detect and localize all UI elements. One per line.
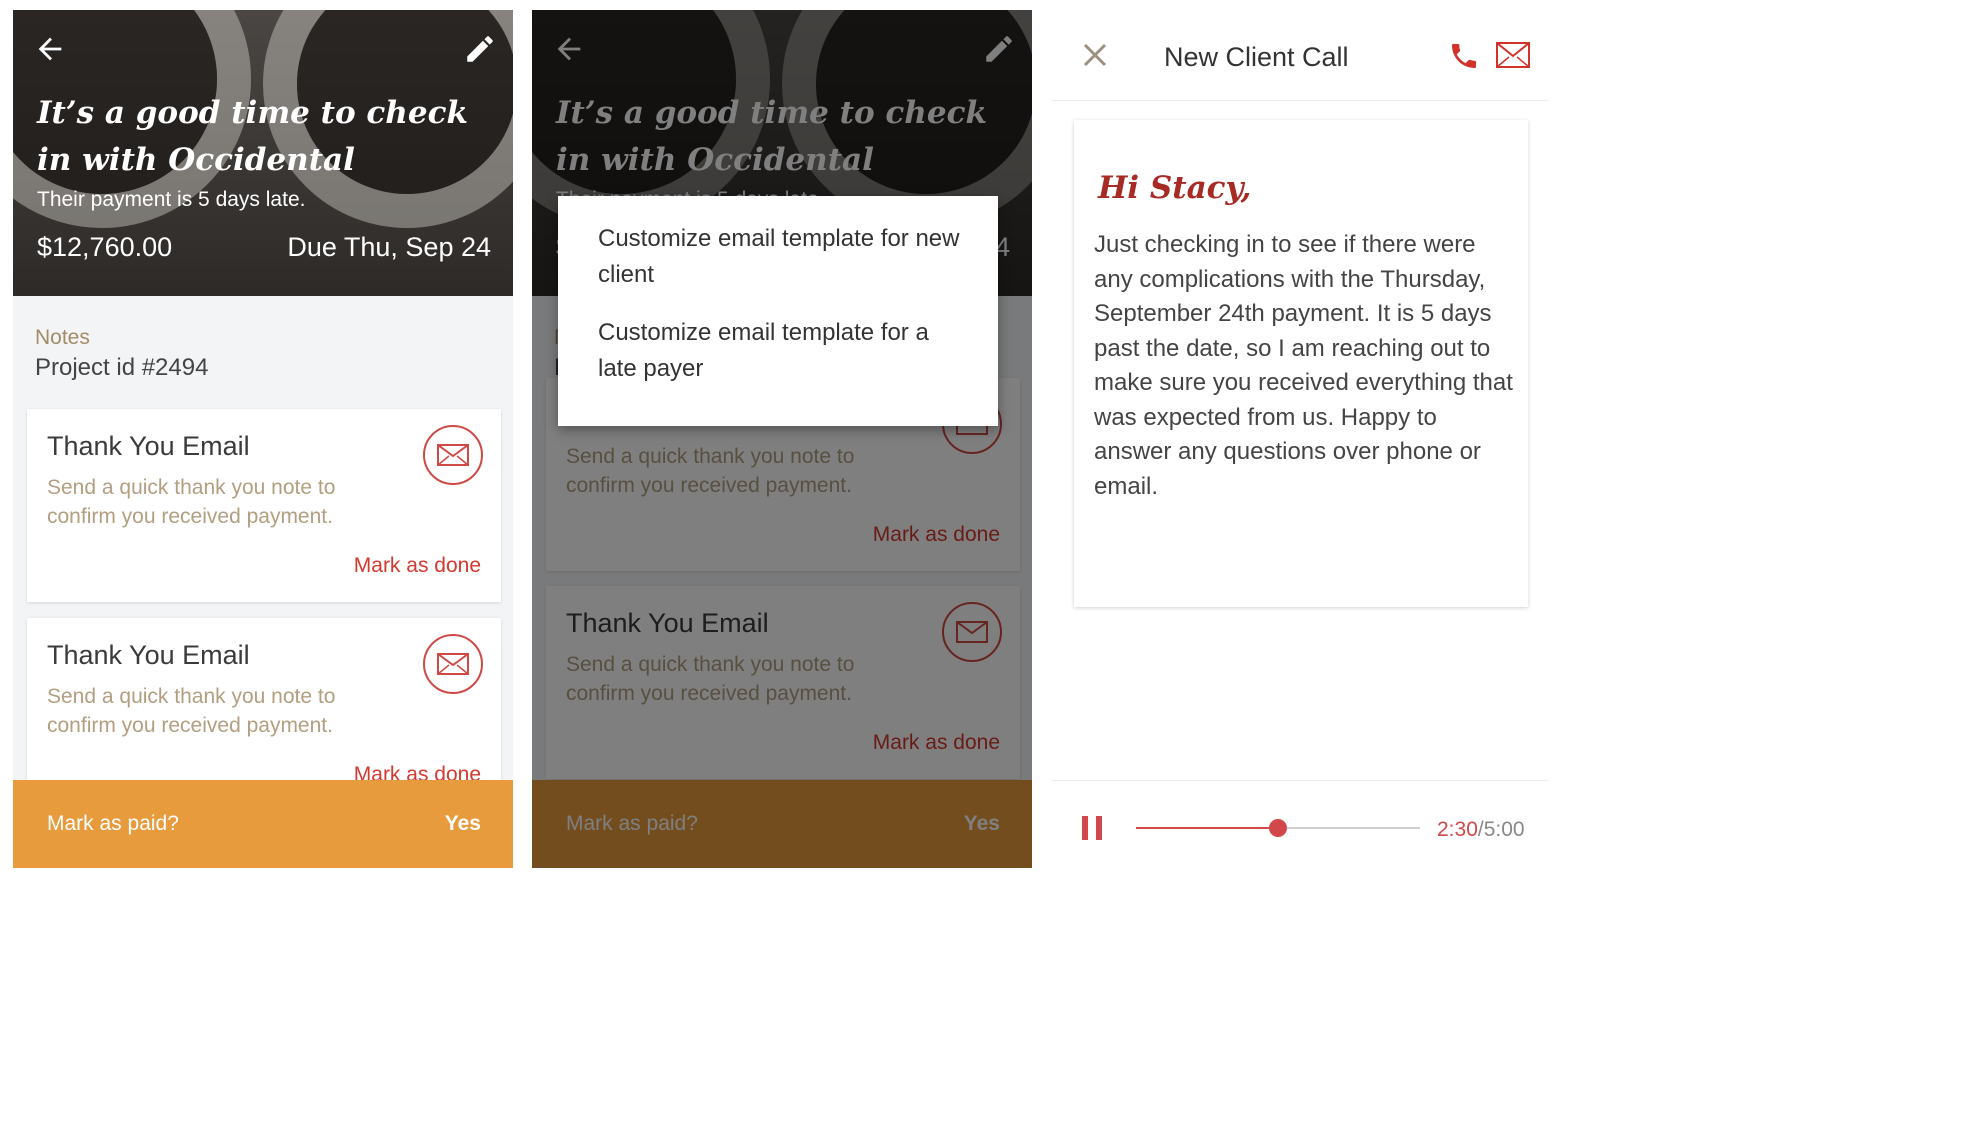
task-detail-screen: It’s a good time to check in with Occide… [13, 10, 513, 868]
card-description: Send a quick thank you note to confirm y… [47, 685, 336, 737]
call-title: New Client Call [1164, 42, 1349, 72]
close-icon[interactable] [1082, 42, 1108, 68]
slider-knob[interactable] [1269, 819, 1287, 837]
menu-item-late-payer-template[interactable]: Customize email template for a late paye… [598, 315, 968, 387]
card-title: Thank You Email [47, 640, 250, 670]
time-readout: 2:30/5:00 [1437, 818, 1525, 842]
card-title: Thank You Email [47, 431, 250, 461]
task-detail-menu-screen: It’s a good time to check in with Occide… [532, 10, 1032, 868]
call-screen: New Client Call Hi Stacy, Just checking … [1052, 10, 1549, 868]
call-header: New Client Call [1052, 10, 1549, 101]
envelope-icon[interactable] [423, 634, 483, 694]
mark-paid-bar: Mark as paid? Yes [13, 780, 513, 868]
total-time: /5:00 [1477, 818, 1525, 841]
template-menu: Customize email template for new client … [558, 196, 998, 426]
pause-icon[interactable] [1082, 816, 1104, 840]
elapsed-time: 2:30 [1437, 818, 1478, 841]
task-card: Thank You Email Send a quick thank you n… [27, 409, 501, 602]
dim-overlay[interactable] [532, 10, 1032, 868]
progress-fill [1136, 827, 1278, 829]
progress-slider[interactable] [1136, 819, 1420, 837]
hero-title: It’s a good time to check in with Occide… [37, 95, 468, 178]
mark-paid-question: Mark as paid? [47, 812, 179, 835]
notes-value: Project id #2494 [35, 354, 209, 381]
due-date: Due Thu, Sep 24 [287, 232, 491, 262]
phone-icon[interactable] [1448, 40, 1480, 72]
greeting: Hi Stacy, [1098, 170, 1252, 206]
script-card: Hi Stacy, Just checking in to see if the… [1074, 120, 1528, 607]
script-body: Just checking in to see if there were an… [1094, 231, 1513, 500]
card-description: Send a quick thank you note to confirm y… [47, 476, 336, 528]
amount: $12,760.00 [37, 232, 173, 262]
notes-label: Notes [35, 326, 90, 349]
envelope-icon[interactable] [423, 425, 483, 485]
yes-button[interactable]: Yes [445, 812, 481, 836]
pencil-icon[interactable] [463, 32, 497, 66]
arrow-left-icon[interactable] [33, 32, 67, 66]
hero-header: It’s a good time to check in with Occide… [13, 10, 513, 296]
mark-as-done-button[interactable]: Mark as done [354, 554, 481, 578]
hero-subtitle: Their payment is 5 days late. [37, 188, 306, 211]
menu-item-new-client-template[interactable]: Customize email template for new client [598, 221, 968, 293]
envelope-icon[interactable] [1496, 42, 1530, 68]
